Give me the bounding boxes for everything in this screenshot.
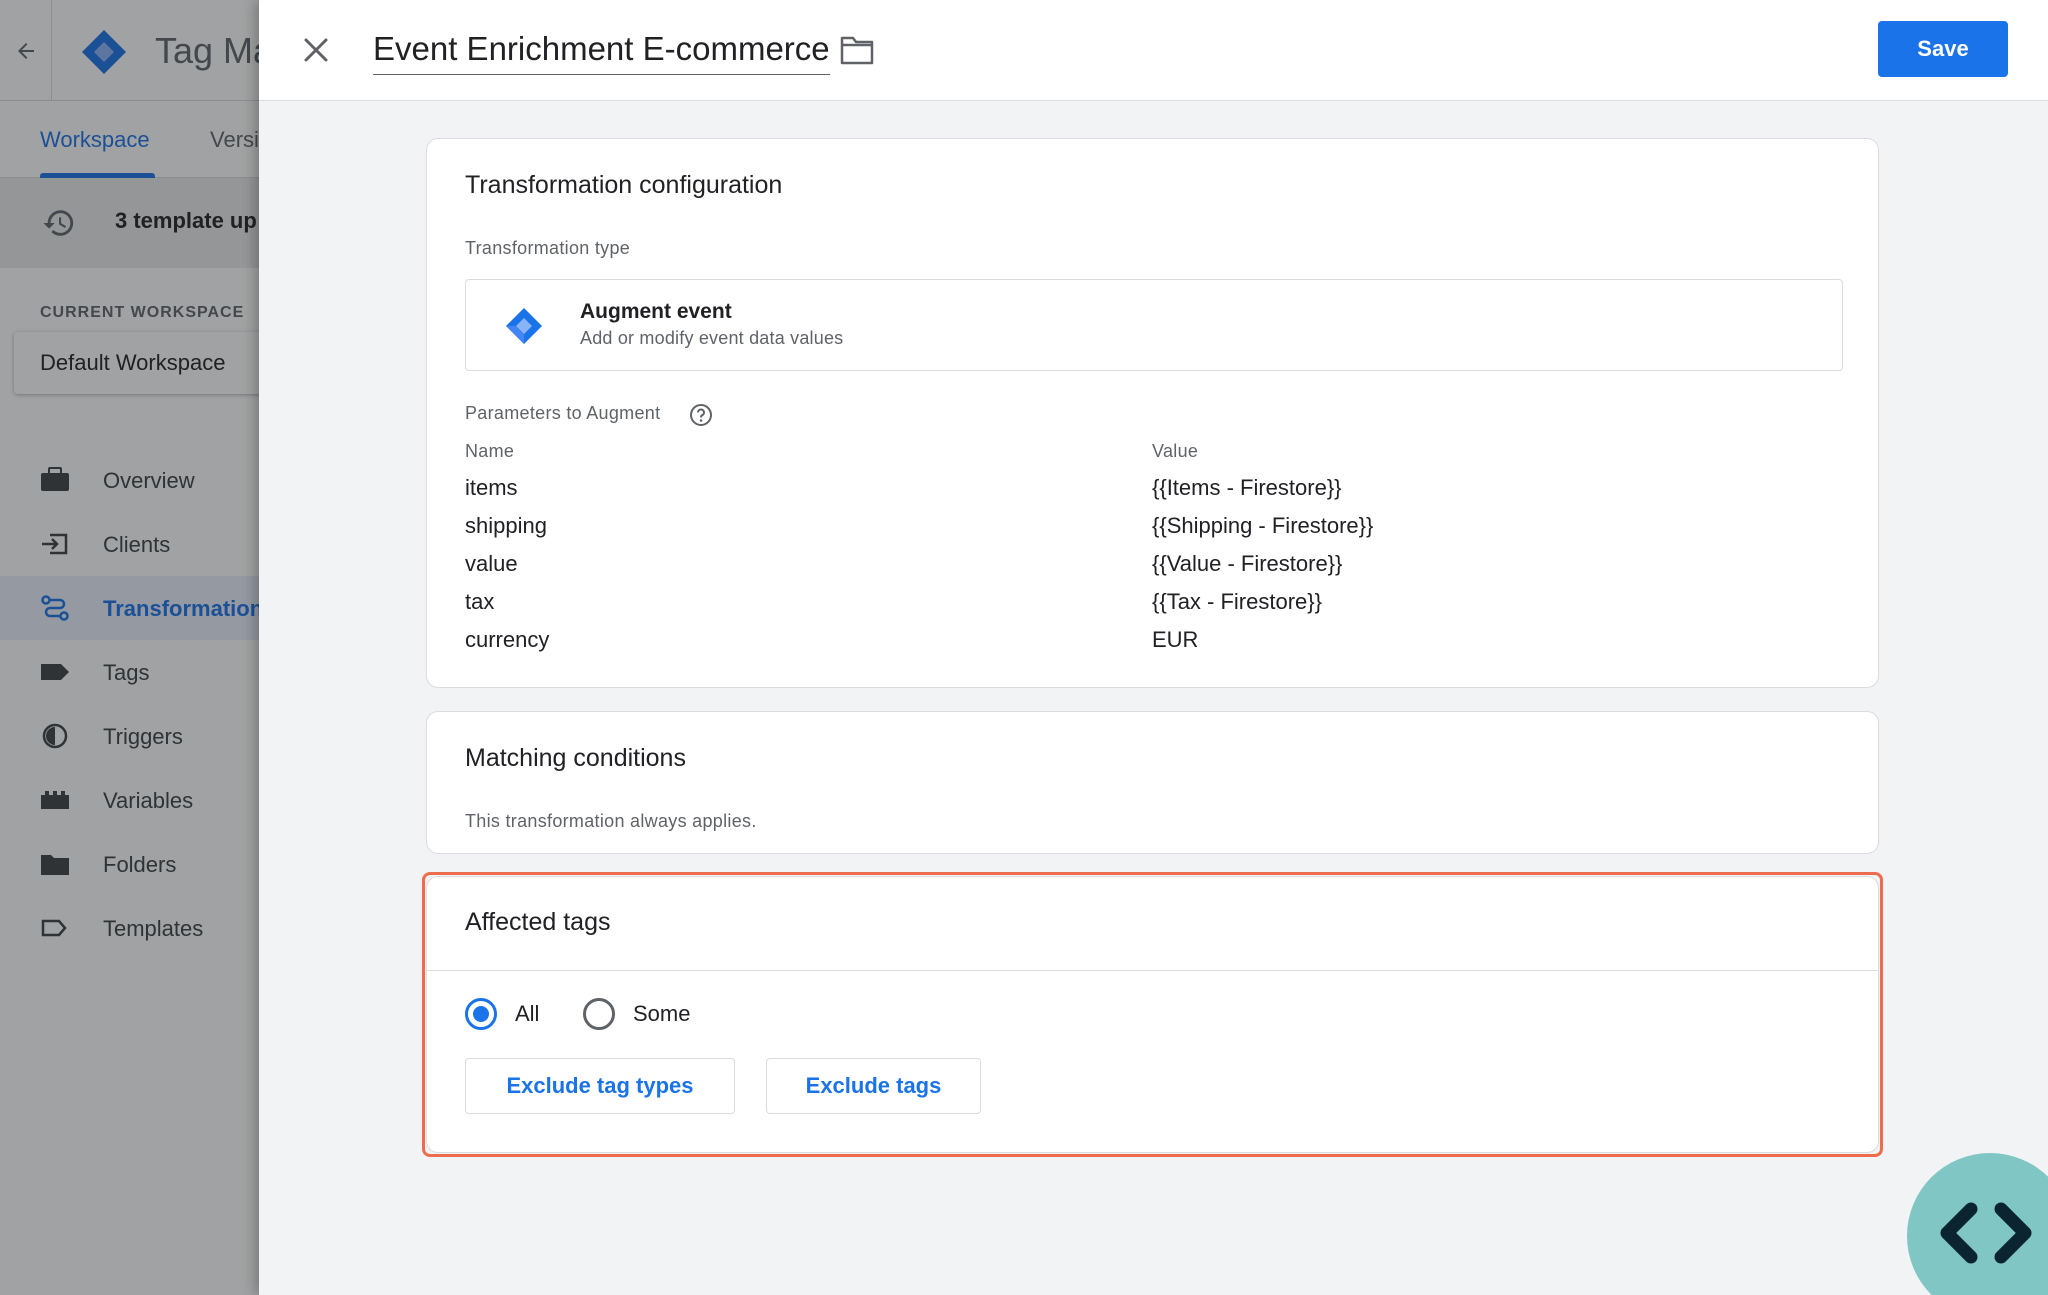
panel-header: Event Enrichment E-commerce Save <box>259 0 2048 101</box>
column-header-name: Name <box>465 441 515 461</box>
column-header-value: Value <box>1152 441 1199 461</box>
parameter-value: {{Items - Firestore}} <box>1152 475 1342 500</box>
parameter-name: shipping <box>465 513 547 538</box>
parameter-name: items <box>465 475 518 500</box>
transformation-name-input[interactable]: Event Enrichment E-commerce <box>373 30 830 75</box>
matching-conditions-text: This transformation always applies. <box>465 811 757 831</box>
folder-icon[interactable] <box>839 34 875 66</box>
parameter-name: value <box>465 551 518 576</box>
parameter-row: currency EUR <box>465 627 1843 663</box>
parameter-name: tax <box>465 589 495 614</box>
code-brackets-icon <box>1940 1202 2032 1264</box>
transformation-type-name: Augment event <box>580 300 732 323</box>
parameters-label: Parameters to Augment <box>465 403 661 423</box>
transformation-type-label: Transformation type <box>465 238 631 258</box>
parameter-row: shipping {{Shipping - Firestore}} <box>465 513 1843 549</box>
parameter-row: value {{Value - Firestore}} <box>465 551 1843 587</box>
augment-diamond-icon <box>506 308 542 344</box>
transformation-editor-panel: Event Enrichment E-commerce Save Transfo… <box>259 0 2048 1295</box>
parameter-name: currency <box>465 627 550 652</box>
transformation-configuration-card[interactable]: Transformation configuration Transformat… <box>426 138 1879 688</box>
parameter-value: {{Value - Firestore}} <box>1152 551 1343 576</box>
parameter-value: {{Tax - Firestore}} <box>1152 589 1322 614</box>
parameter-row: items {{Items - Firestore}} <box>465 475 1843 511</box>
close-icon[interactable] <box>296 30 336 70</box>
matching-conditions-card[interactable]: Matching conditions This transformation … <box>426 711 1879 854</box>
parameter-row: tax {{Tax - Firestore}} <box>465 589 1843 625</box>
card-title: Matching conditions <box>465 744 686 772</box>
transformation-type-selector[interactable]: Augment event Add or modify event data v… <box>465 279 1843 371</box>
parameter-value: {{Shipping - Firestore}} <box>1152 513 1374 538</box>
help-icon[interactable] <box>689 403 713 427</box>
card-title: Transformation configuration <box>465 171 783 199</box>
highlight-annotation-box <box>422 872 1883 1157</box>
save-button[interactable]: Save <box>1878 21 2008 77</box>
transformation-type-description: Add or modify event data values <box>580 328 844 348</box>
parameter-value: EUR <box>1152 627 1199 652</box>
